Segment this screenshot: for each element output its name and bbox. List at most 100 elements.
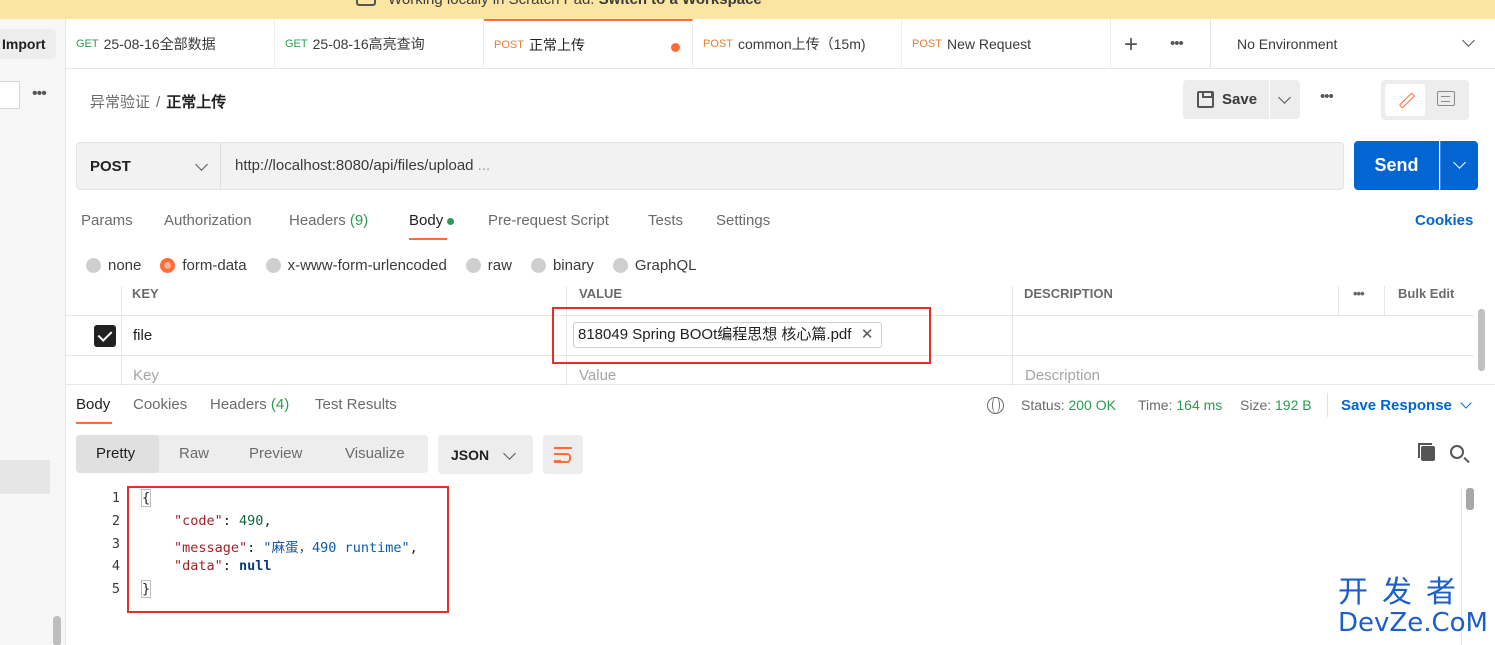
radio-circle-selected — [160, 258, 176, 273]
environment-select[interactable]: No Environment — [1210, 19, 1495, 69]
sidebar-search-input[interactable] — [0, 81, 20, 109]
key-cell[interactable]: file — [133, 327, 152, 344]
view-preview[interactable]: Preview — [249, 445, 302, 462]
row-enabled-checkbox[interactable] — [94, 325, 116, 347]
column-divider — [1338, 286, 1339, 316]
response-view-switcher: Pretty Raw Preview Visualize — [76, 435, 428, 473]
tab-body[interactable]: Body — [409, 212, 455, 229]
bulk-edit-link[interactable]: Bulk Edit — [1398, 286, 1454, 301]
copy-icon[interactable] — [1418, 443, 1435, 461]
save-label: Save — [1222, 91, 1258, 108]
request-more-ellipsis-icon[interactable]: ••• — [1320, 88, 1334, 105]
tab-body-label: Body — [409, 212, 444, 229]
tab-settings[interactable]: Settings — [716, 212, 770, 229]
line-number: 4 — [111, 558, 120, 574]
response-tab-body[interactable]: Body — [76, 396, 110, 413]
tab-request[interactable]: GET 25-08-16高亮查询 — [275, 19, 484, 69]
sidebar-selected-item[interactable] — [0, 460, 50, 494]
header-description: DESCRIPTION — [1024, 286, 1113, 301]
response-tab-cookies[interactable]: Cookies — [133, 396, 187, 413]
radio-graphql[interactable]: GraphQL — [612, 257, 697, 274]
chevron-down-icon — [1453, 156, 1466, 169]
breadcrumb-parent[interactable]: 异常验证 — [90, 94, 150, 111]
tab-method: POST — [494, 39, 524, 51]
import-button[interactable]: Import — [0, 29, 56, 59]
scratch-pad-banner: Working locally in Scratch Pad. Switch t… — [0, 0, 1495, 19]
status-value: 200 OK — [1068, 397, 1116, 413]
radio-binary[interactable]: binary — [530, 257, 594, 274]
watermark-logo: 开发者 DevZe.CoM — [1338, 577, 1488, 639]
watermark-bottom: DevZe.CoM — [1338, 608, 1488, 638]
search-icon[interactable] — [1450, 445, 1464, 459]
tab-params[interactable]: Params — [81, 212, 133, 229]
radio-label: none — [108, 257, 142, 274]
globe-icon[interactable] — [987, 397, 1004, 414]
tab-request[interactable]: POST New Request — [902, 19, 1111, 69]
send-options-button[interactable] — [1440, 141, 1478, 190]
tab-request[interactable]: POST common上传（15m) — [693, 19, 902, 69]
new-tab-plus-icon[interactable]: + — [1124, 31, 1138, 59]
table-more-ellipsis-icon[interactable]: ••• — [1353, 286, 1365, 301]
format-select[interactable]: JSON — [438, 435, 533, 474]
view-visualize[interactable]: Visualize — [345, 445, 405, 462]
method-select[interactable]: POST — [77, 143, 221, 189]
line-number: 2 — [111, 513, 120, 529]
time-value: 164 ms — [1176, 397, 1223, 413]
radio-form-data[interactable]: form-data — [160, 257, 247, 274]
column-divider — [1384, 286, 1385, 316]
request-tabbar: GET 25-08-16全部数据 GET 25-08-16高亮查询 POST 正… — [66, 19, 1495, 69]
save-button[interactable]: Save — [1183, 80, 1269, 119]
radio-label: form-data — [182, 257, 247, 274]
comment-icon[interactable] — [1437, 91, 1455, 106]
tab-label: common上传（15m) — [737, 36, 866, 52]
tab-headers[interactable]: Headers (9) — [289, 212, 368, 229]
method-label: POST — [90, 157, 131, 175]
chevron-down-icon[interactable] — [1460, 397, 1472, 409]
active-tab-underline — [409, 238, 447, 240]
ellipsis-icon[interactable]: ••• — [32, 85, 47, 103]
switch-workspace-link[interactable]: Switch to a Workspace — [599, 0, 762, 8]
radio-none[interactable]: none — [86, 257, 141, 274]
url-input[interactable]: http://localhost:8080/api/files/upload .… — [235, 157, 490, 174]
response-tab-test-results[interactable]: Test Results — [315, 396, 397, 413]
tab-method: POST — [703, 38, 733, 50]
cookies-link[interactable]: Cookies — [1415, 212, 1473, 229]
highlight-annotation-box — [552, 307, 931, 364]
size-text[interactable]: Size: 192 B — [1240, 397, 1312, 413]
response-divider — [66, 384, 1495, 385]
sidebar-scrollbar[interactable] — [53, 616, 61, 645]
tab-prerequest-script[interactable]: Pre-request Script — [488, 212, 609, 229]
tab-authorization[interactable]: Authorization — [164, 212, 252, 229]
view-raw[interactable]: Raw — [179, 445, 209, 462]
editor-scrollbar[interactable] — [1466, 488, 1474, 510]
format-label: JSON — [451, 447, 490, 463]
value-placeholder[interactable]: Value — [579, 367, 616, 384]
time-text[interactable]: Time: 164 ms — [1138, 397, 1222, 413]
send-button[interactable]: Send — [1354, 141, 1439, 190]
url-bar: POST http://localhost:8080/api/files/upl… — [76, 142, 1344, 190]
key-placeholder[interactable]: Key — [133, 367, 159, 384]
radio-urlencoded[interactable]: x-www-form-urlencoded — [265, 257, 447, 274]
tab-tests[interactable]: Tests — [648, 212, 683, 229]
radio-raw[interactable]: raw — [465, 257, 512, 274]
url-ellipsis: ... — [477, 157, 491, 174]
breadcrumb-current[interactable]: 正常上传 — [166, 94, 226, 111]
tab-more-ellipsis-icon[interactable]: ••• — [1170, 35, 1184, 52]
table-scrollbar[interactable] — [1478, 309, 1485, 371]
radio-label: binary — [552, 257, 594, 274]
response-headers-label: Headers — [210, 396, 267, 413]
response-headers-count: (4) — [270, 396, 290, 413]
status-text[interactable]: Status: 200 OK — [1021, 397, 1116, 413]
save-response-button[interactable]: Save Response — [1341, 397, 1452, 414]
response-tab-headers[interactable]: Headers (4) — [210, 396, 289, 413]
edit-button[interactable] — [1385, 84, 1425, 116]
view-pretty[interactable]: Pretty — [96, 445, 135, 462]
tab-request[interactable]: GET 25-08-16全部数据 — [66, 19, 275, 69]
radio-circle — [465, 258, 481, 273]
save-options-button[interactable] — [1270, 80, 1300, 119]
save-disk-icon — [1197, 91, 1214, 108]
description-placeholder[interactable]: Description — [1025, 367, 1100, 384]
tab-request-active[interactable]: POST 正常上传 — [484, 19, 693, 69]
wrap-lines-button[interactable] — [543, 435, 583, 474]
watermark-top: 开发者 — [1338, 575, 1470, 610]
